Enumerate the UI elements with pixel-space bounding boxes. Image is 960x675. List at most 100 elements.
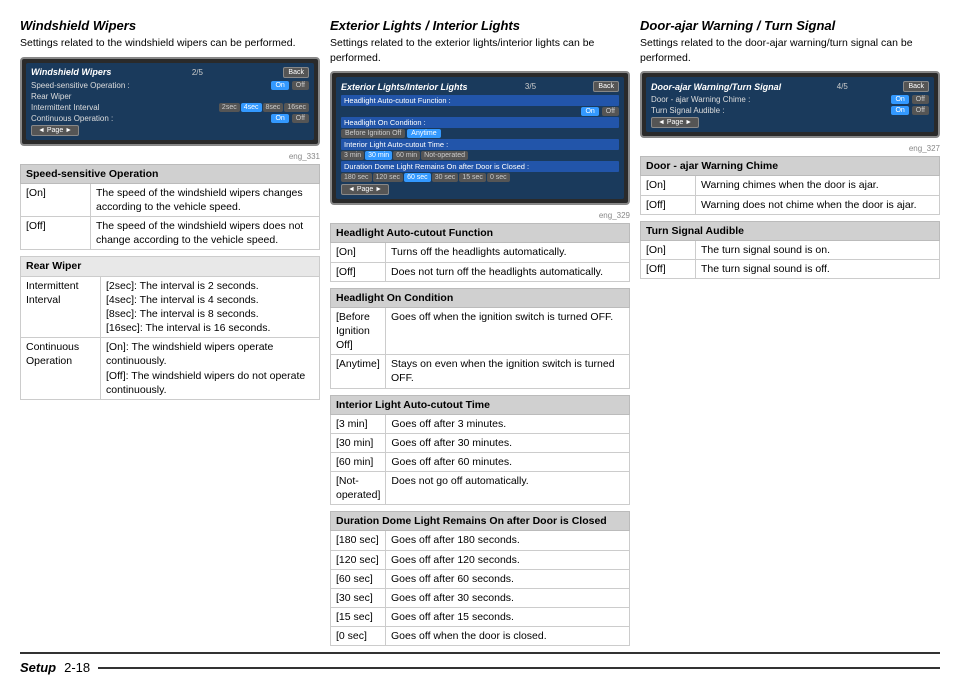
- col1-4sec-button[interactable]: 4sec: [241, 103, 262, 112]
- col3-doorajar-off-button[interactable]: Off: [912, 95, 929, 104]
- col1-speed-label: Speed-sensitive Operation :: [31, 81, 271, 90]
- col2-0sec-button[interactable]: 0 sec: [487, 173, 510, 182]
- col2-30sec-button[interactable]: 30 sec: [432, 173, 459, 182]
- col2-180sec-button[interactable]: 180 sec: [341, 173, 372, 182]
- col2-anytime-text: Stays on even when the ignition switch i…: [386, 355, 630, 388]
- col2-screen-title: Exterior Lights/Interior Lights: [341, 82, 468, 92]
- col1-speed-row: Speed-sensitive Operation : On Off: [31, 81, 309, 90]
- col1-8sec-button[interactable]: 8sec: [263, 103, 284, 112]
- col1-screen-inner: Windshield Wipers 2/5 Back Speed-sensiti…: [26, 63, 314, 140]
- col1-16sec-button[interactable]: 16sec: [284, 103, 309, 112]
- col1-page-nav: ◄ Page ►: [31, 125, 309, 136]
- col3-turnsignal-on-button[interactable]: On: [891, 106, 908, 115]
- col2-headlight-autocutout-header: Headlight Auto-cutout Function :: [341, 95, 619, 106]
- col1-continuous-on-button[interactable]: On: [271, 114, 288, 123]
- col2-autocutout-table: Headlight Auto-cutout Function [On] Turn…: [330, 223, 630, 281]
- col2-oncondition-table: Headlight On Condition [Before Ignition …: [330, 288, 630, 389]
- col1-speed-on-button[interactable]: On: [271, 81, 288, 90]
- col2-interior-row: 3 min 30 min 60 min Not-operated: [341, 151, 619, 160]
- col2-120sec-text: Goes off after 120 seconds.: [386, 550, 630, 569]
- column-windshield-wipers: Windshield Wipers Settings related to th…: [20, 18, 320, 652]
- col2-before-ignition-button[interactable]: Before Ignition Off: [341, 129, 405, 138]
- col1-rearwiper-row: Rear Wiper: [31, 92, 309, 101]
- col1-speed-off-text: The speed of the windshield wipers does …: [91, 217, 320, 250]
- col1-rearwiper-label: Rear Wiper: [31, 92, 309, 101]
- col3-turnsignal-on-label: [On]: [641, 240, 696, 259]
- col3-doorajar-btngroup: On Off: [891, 95, 929, 104]
- col2-duration-header: Duration Dome Light Remains On after Doo…: [331, 512, 630, 531]
- columns: Windshield Wipers Settings related to th…: [20, 18, 940, 652]
- col2-notoperated-text: Does not go off automatically.: [386, 472, 630, 505]
- col2-15sec-label: [15 sec]: [331, 608, 386, 627]
- col2-30sec-text: Goes off after 30 seconds.: [386, 588, 630, 607]
- col1-desc: Settings related to the windshield wiper…: [20, 36, 320, 51]
- table-row: [Off] The turn signal sound is off.: [641, 259, 940, 278]
- col2-3min-button[interactable]: 3 min: [341, 151, 364, 160]
- col1-interval-buttons: 2sec 4sec 8sec 16sec: [219, 103, 309, 112]
- col3-turnsignal-off-button[interactable]: Off: [912, 106, 929, 115]
- col1-rearwiper-header: Rear Wiper: [21, 257, 320, 276]
- table-row: [60 min] Goes off after 60 minutes.: [331, 452, 630, 471]
- col3-back-button[interactable]: Back: [903, 81, 929, 92]
- col3-doorajar-row: Door - ajar Warning Chime : On Off: [651, 95, 929, 104]
- col1-intermittent-items: [2sec]: The interval is 2 seconds. [4sec…: [101, 276, 320, 338]
- col1-intermittent-label: Intermittent Interval: [21, 276, 101, 338]
- col2-30sec-label: [30 sec]: [331, 588, 386, 607]
- table-row: [Before Ignition Off] Goes off when the …: [331, 307, 630, 355]
- col2-autocutout-on-button[interactable]: On: [581, 107, 598, 116]
- table-row: [60 sec] Goes off after 60 seconds.: [331, 569, 630, 588]
- col1-continuous-off-button[interactable]: Off: [292, 114, 309, 123]
- col2-caption: eng_329: [330, 211, 630, 220]
- table-row: [Off] Warning does not chime when the do…: [641, 195, 940, 214]
- col3-page-button[interactable]: ◄ Page ►: [651, 117, 699, 128]
- col2-notoperated-button[interactable]: Not-operated: [421, 151, 468, 160]
- col2-120sec-button[interactable]: 120 sec: [373, 173, 404, 182]
- col3-turnsignal-btngroup: On Off: [891, 106, 929, 115]
- col1-continuous-op-label: Continuous Operation: [21, 338, 101, 400]
- col2-autocutout-on-text: Turns off the headlights automatically.: [386, 243, 630, 262]
- col1-rearwiper-table: Rear Wiper Intermittent Interval [2sec]:…: [20, 256, 320, 400]
- footer-page-num: 2-18: [64, 660, 90, 675]
- col1-speed-on-label: [On]: [21, 183, 91, 216]
- column-door-ajar: Door-ajar Warning / Turn Signal Settings…: [640, 18, 940, 652]
- col2-3min-text: Goes off after 3 minutes.: [386, 414, 630, 433]
- col2-autocutout-off-label: [Off]: [331, 262, 386, 281]
- col2-page-button[interactable]: ◄ Page ►: [341, 184, 389, 195]
- col3-doorajar-on-button[interactable]: On: [891, 95, 908, 104]
- table-row: [30 min] Goes off after 30 minutes.: [331, 433, 630, 452]
- col1-continuous-label: Continuous Operation :: [31, 114, 271, 123]
- col1-2sec-button[interactable]: 2sec: [219, 103, 240, 112]
- col2-anytime-button[interactable]: Anytime: [407, 129, 440, 138]
- col1-speed-off-button[interactable]: Off: [292, 81, 309, 90]
- col3-screen-title: Door-ajar Warning/Turn Signal: [651, 82, 781, 92]
- col2-60sec-button[interactable]: 60 sec: [404, 173, 431, 182]
- col1-page-button[interactable]: ◄ Page ►: [31, 125, 79, 136]
- col3-doorajar-label: Door - ajar Warning Chime :: [651, 95, 891, 104]
- column-exterior-lights: Exterior Lights / Interior Lights Settin…: [330, 18, 630, 652]
- table-row: [Anytime] Stays on even when the ignitio…: [331, 355, 630, 388]
- col2-autocutout-off-button[interactable]: Off: [602, 107, 619, 116]
- col1-caption: eng_331: [20, 152, 320, 161]
- table-row: [120 sec] Goes off after 120 seconds.: [331, 550, 630, 569]
- col2-oncondition-row: Before Ignition Off Anytime: [341, 129, 619, 138]
- table-row: Continuous Operation [On]: The windshiel…: [21, 338, 320, 400]
- table-row: [15 sec] Goes off after 15 seconds.: [331, 608, 630, 627]
- col3-doorajar-header: Door - ajar Warning Chime: [641, 157, 940, 176]
- col2-desc: Settings related to the exterior lights/…: [330, 36, 630, 65]
- col2-back-button[interactable]: Back: [593, 81, 619, 92]
- col1-back-button[interactable]: Back: [283, 67, 309, 78]
- col1-screen-header: Windshield Wipers 2/5 Back: [31, 67, 309, 78]
- col2-30min-button[interactable]: 30 min: [365, 151, 392, 160]
- col3-screen: Door-ajar Warning/Turn Signal 4/5 Back D…: [640, 71, 940, 138]
- col2-30min-text: Goes off after 30 minutes.: [386, 433, 630, 452]
- footer-setup-label: Setup: [20, 660, 56, 675]
- col2-180sec-label: [180 sec]: [331, 531, 386, 550]
- col2-60min-button[interactable]: 60 min: [393, 151, 420, 160]
- col2-15sec-text: Goes off after 15 seconds.: [386, 608, 630, 627]
- col2-15sec-button[interactable]: 15 sec: [459, 173, 486, 182]
- col1-speed-table-header: Speed-sensitive Operation: [21, 164, 320, 183]
- table-row: [On] Warning chimes when the door is aja…: [641, 176, 940, 195]
- col2-notoperated-label: [Not-operated]: [331, 472, 386, 505]
- col2-page-nav: ◄ Page ►: [341, 184, 619, 195]
- table-row: [On] Turns off the headlights automatica…: [331, 243, 630, 262]
